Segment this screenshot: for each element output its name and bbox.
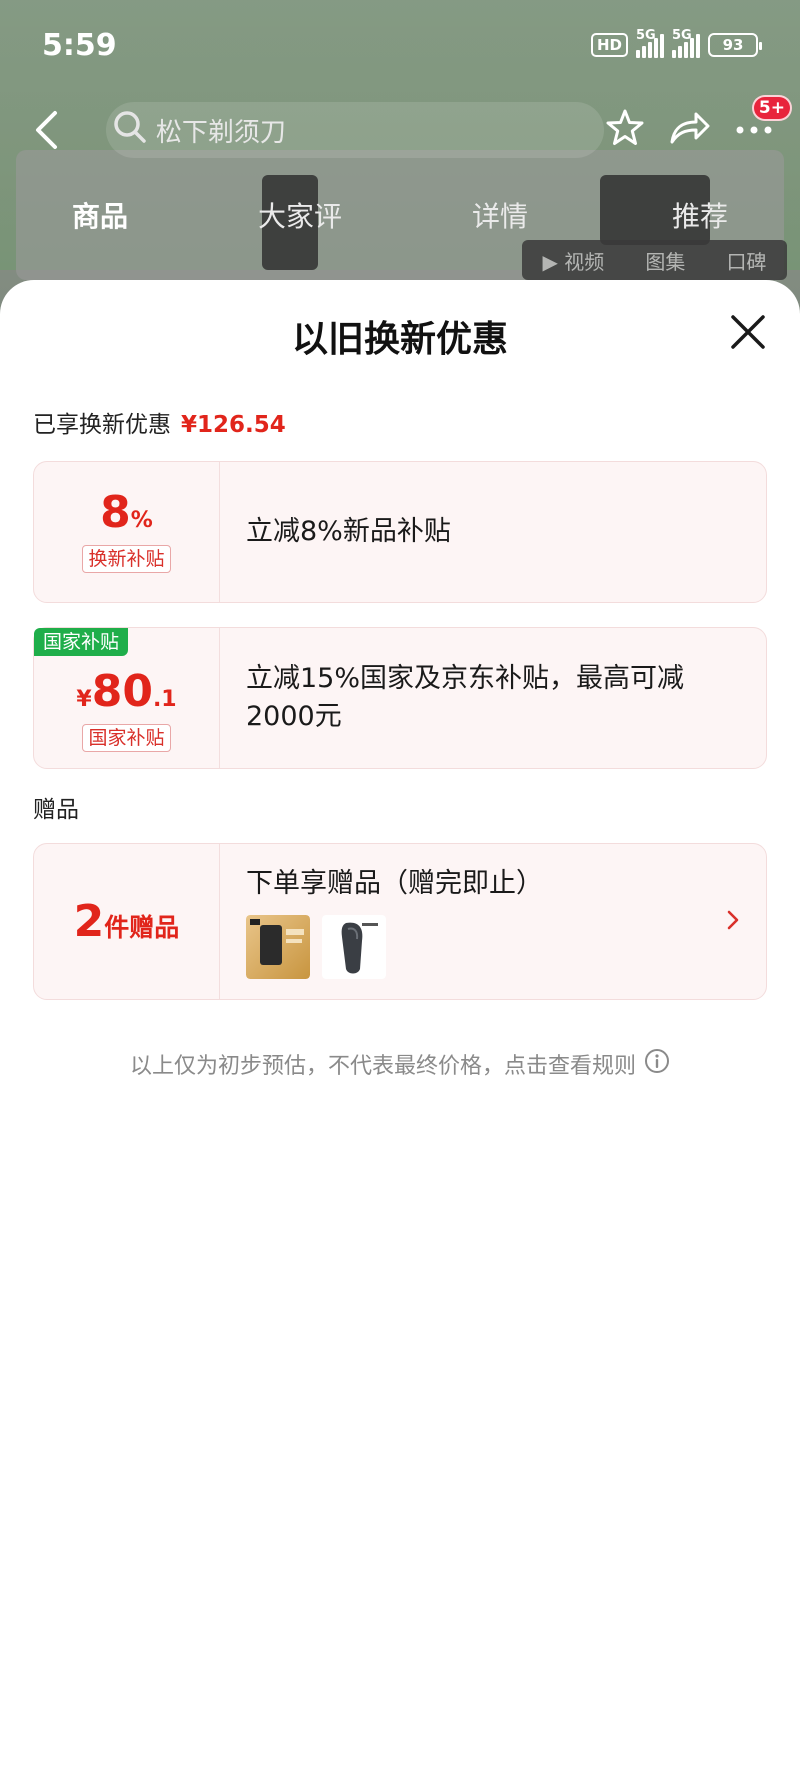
battery-icon: 93: [708, 33, 762, 57]
signal-icon: 5G: [672, 28, 700, 58]
offer-type-tag: 换新补贴: [82, 545, 171, 573]
gifts-section-label: 赠品: [33, 797, 79, 823]
product-tab-bar: 商品 大家评 详情 推荐: [0, 180, 800, 250]
enjoyed-discount-label: 已享换新优惠: [33, 412, 171, 438]
offer-percent-unit: %: [130, 508, 153, 533]
offer-type-tag: 国家补贴: [82, 724, 171, 752]
more-icon[interactable]: [734, 121, 774, 140]
star-icon[interactable]: [604, 107, 646, 153]
pricing-disclaimer-text: 以上仅为初步预估，不代表最终价格，点击查看规则: [129, 1054, 636, 1079]
gift-details: 下单享赠品（赠完即止）: [220, 844, 766, 999]
offer-card-national-subsidy: 国家补贴 ¥ 80 .1 国家补贴 立减15%国家及京东补贴，最高可减2000元: [33, 627, 767, 769]
close-icon[interactable]: [728, 312, 768, 352]
back-icon[interactable]: [26, 110, 66, 150]
pricing-disclaimer[interactable]: 以上仅为初步预估，不代表最终价格，点击查看规则: [0, 1048, 800, 1080]
tab-reviews[interactable]: 大家评: [200, 195, 400, 235]
tab-details[interactable]: 详情: [400, 195, 600, 235]
enjoyed-discount-row: 已享换新优惠 ¥126.54: [33, 405, 286, 439]
offer-amount-decimal: .1: [152, 687, 177, 712]
sim2-network-label: 5G: [672, 28, 692, 43]
status-icons: HD 5G 5G 93: [590, 28, 762, 58]
chevron-right-icon: [726, 909, 740, 935]
offer-description-text: 立减8%新品补贴: [246, 516, 451, 547]
info-icon: [644, 1048, 670, 1080]
gift-count-unit: 件赠品: [104, 912, 180, 942]
share-icon[interactable]: [668, 108, 712, 152]
gift-thumbnails: [246, 914, 738, 979]
offer-percent-value: 8: [100, 487, 131, 538]
search-icon: [112, 109, 148, 152]
enjoyed-discount-amount: ¥126.54: [181, 412, 286, 438]
gift-description: 下单享赠品（赠完即止）: [246, 867, 543, 899]
national-subsidy-corner-tag: 国家补贴: [34, 628, 129, 656]
gift-thumb-box: [246, 914, 310, 979]
trade-in-offer-sheet: 以旧换新优惠 已享换新优惠 ¥126.54 8 % 换新补贴 立减8%新品补贴 …: [0, 280, 800, 1777]
offer-amount-value: 80: [91, 666, 153, 717]
tab-product[interactable]: 商品: [0, 195, 200, 235]
hd-icon: HD: [590, 33, 628, 57]
offer-description: 立减15%国家及京东补贴，最高可减2000元: [220, 628, 766, 768]
gift-thumb-pouch: [322, 914, 386, 979]
offer-currency-symbol: ¥: [76, 687, 92, 712]
offer-value-block: 8 % 换新补贴: [34, 462, 220, 602]
sheet-title: 以旧换新优惠: [291, 319, 508, 360]
gift-card[interactable]: 2 件赠品 下单享赠品（赠完即止）: [33, 843, 767, 1000]
status-time: 5:59: [42, 27, 117, 63]
gift-count: 2: [73, 895, 105, 947]
offer-description-text: 立减15%国家及京东补贴，最高可减2000元: [246, 663, 685, 732]
nav-actions: 5+: [604, 95, 792, 153]
notification-badge: 5+: [751, 95, 792, 121]
signal-icon: 5G: [636, 28, 664, 58]
offer-card-new-product-subsidy: 8 % 换新补贴 立减8%新品补贴: [33, 461, 767, 603]
sim1-network-label: 5G: [636, 28, 656, 43]
gift-count-block: 2 件赠品: [34, 844, 220, 999]
search-input[interactable]: 松下剃须刀: [105, 102, 604, 158]
tab-recommend[interactable]: 推荐: [600, 195, 800, 235]
product-nav-bar: 松下剃须刀 5+: [0, 90, 800, 170]
offer-description: 立减8%新品补贴: [220, 462, 766, 602]
status-bar: 5:59 HD 5G 5G 93: [0, 0, 800, 90]
search-text: 松下剃须刀: [155, 117, 286, 148]
